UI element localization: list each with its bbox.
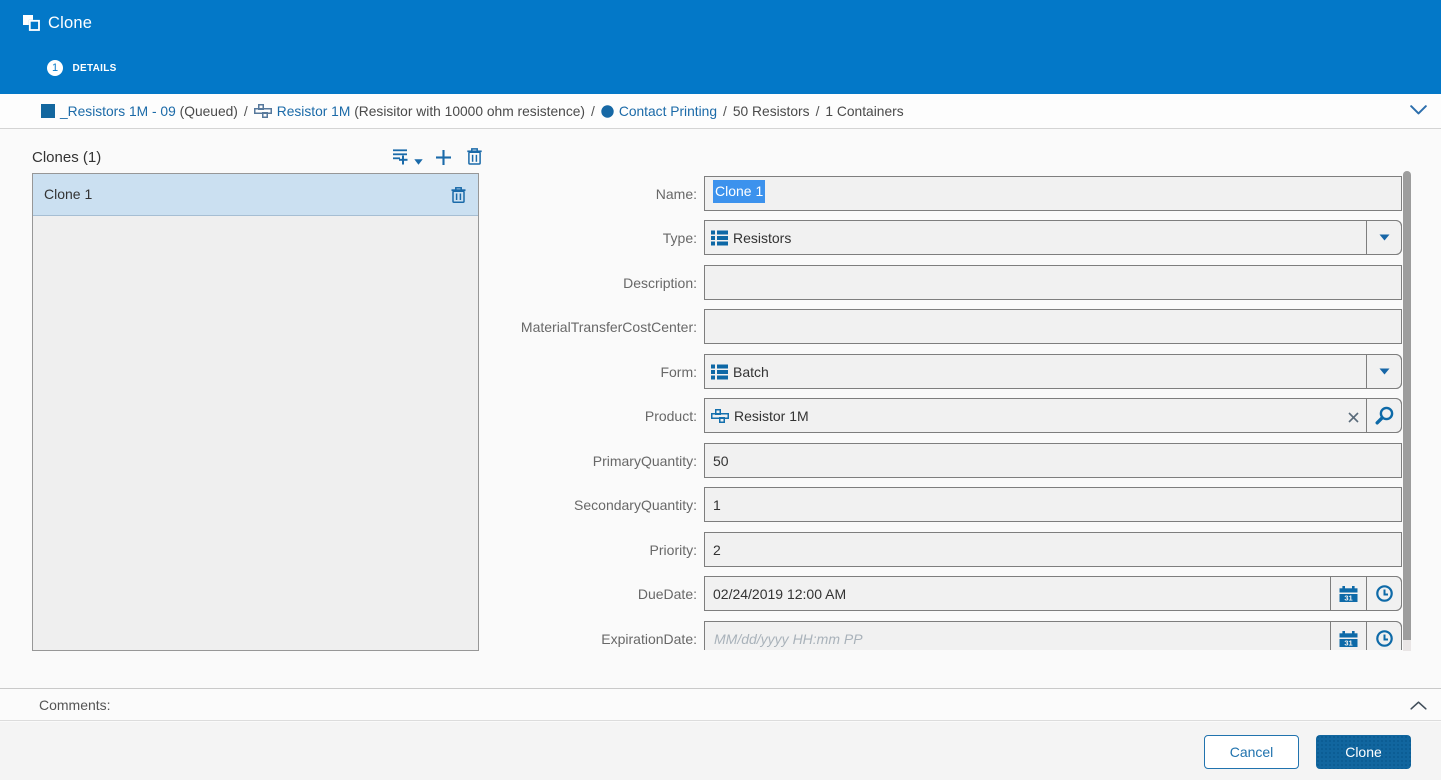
svg-text:31: 31 <box>1344 638 1352 646</box>
svg-text:31: 31 <box>1344 593 1352 601</box>
